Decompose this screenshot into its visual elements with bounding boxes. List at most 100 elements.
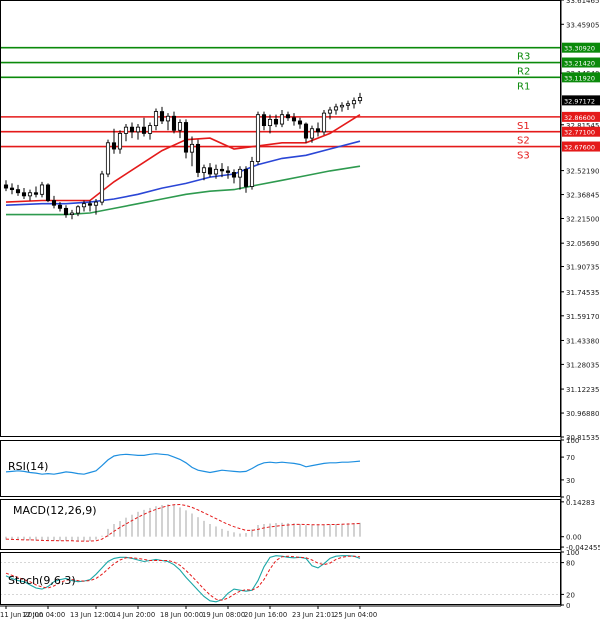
level-name-r2: R2 [517,67,530,78]
level-tag-label-r1: 33.11920 [564,74,595,82]
candle-body [345,103,351,106]
candle-body [159,111,165,122]
candle-body [231,172,237,178]
candle-body [183,122,189,153]
macd-tick-label: 0.14283 [566,499,595,507]
level-name-r1: R1 [517,81,530,92]
candle-body [333,106,339,111]
price-tick-label: 31.12235 [566,386,599,394]
stoch-tick-label: 100 [566,549,579,557]
candle-body [219,168,225,172]
price-tick-label: 31.43380 [566,337,599,345]
level-name-s1: S1 [517,121,530,132]
candle-body [33,192,39,195]
level-tag-label-s1: 32.86600 [564,114,595,122]
time-tick-label: 18 Jun 00:00 [160,611,203,619]
candle-body [357,97,363,102]
candle-body [57,204,63,209]
candle-body [279,114,285,125]
candle-body [285,114,291,119]
candle-body [9,187,15,191]
candle-body [39,184,45,195]
stoch-tick-label: 20 [566,591,575,599]
rsi-tick-label: 100 [566,437,579,445]
candle-body [75,206,81,214]
price-tick-label: 32.36845 [566,192,599,200]
candle-body [261,114,267,127]
candle-body [87,203,93,206]
candle-body [255,114,261,162]
candle-body [339,104,345,108]
time-tick-label: 14 Jun 20:00 [112,611,155,619]
candle-body [3,184,9,189]
candle-body [21,192,27,197]
time-tick-label: 12 Jun 04:00 [22,611,65,619]
candle-body [177,122,183,131]
price-tick-label: 31.74535 [566,289,599,297]
candle-body [171,115,177,131]
price-tick-label: 31.59170 [566,313,599,321]
level-tag-label-s2: 32.77100 [564,129,595,137]
candle-body [135,126,141,133]
candle-body [189,143,195,153]
time-tick-label: 23 Jun 21:01 [292,611,335,619]
rsi-tick-label: 70 [566,454,575,462]
time-tick-label: 19 Jun 08:00 [202,611,245,619]
price-tick-label: 32.21500 [566,216,599,224]
candle-body [321,112,327,133]
candle-body [93,201,99,206]
rsi-title: RSI(14) [8,460,48,473]
candle-body [267,118,273,127]
candle-body [249,161,255,187]
candle-body [351,100,357,105]
candle-body [69,212,75,215]
level-name-s3: S3 [517,151,530,162]
level-name-s2: S2 [517,136,530,147]
candle-body [147,125,153,134]
candle-body [63,207,69,215]
candle-body [27,192,33,197]
price-tick-label: 31.90735 [566,264,599,272]
candle-body [291,117,297,122]
candle-body [141,126,147,134]
candle-body [45,184,51,201]
time-tick-label: 25 Jun 04:00 [334,611,377,619]
candle-body [213,168,219,175]
level-name-r3: R3 [517,52,530,63]
candle-body [105,142,111,175]
price-tick-label: 30.96880 [566,410,599,418]
candle-body [15,189,21,194]
time-tick-label: 20 Jun 16:00 [244,611,287,619]
candle-body [165,115,171,122]
current-price-label: 32.97172 [564,97,595,105]
candle-body [297,120,303,125]
candle-body [117,133,123,150]
candle-body [111,142,117,150]
macd-tick-label: 0.00 [566,534,582,542]
price-tick-label: 32.52190 [566,168,599,176]
rsi-tick-label: 30 [566,477,575,485]
candle-body [243,168,249,187]
chart-root: 33.6146533.4590533.1464032.8154532.52190… [0,0,600,622]
candle-body [153,111,159,127]
candle-body [303,123,309,139]
stoch-tick-label: 80 [566,560,575,568]
level-tag-label-r3: 33.30920 [564,45,595,53]
candle-body [273,118,279,125]
trading-chart: 33.6146533.4590533.1464032.8154532.52190… [0,0,600,622]
price-tick-label: 32.05690 [566,240,599,248]
candle-body [51,200,57,206]
candle-body [201,167,207,173]
price-tick-label: 33.61465 [566,0,599,5]
time-tick-label: 13 Jun 12:00 [70,611,113,619]
stoch-title: Stoch(9,6,3) [8,574,76,587]
stoch-tick-label: 0 [566,602,570,610]
candle-body [237,168,243,178]
price-tick-label: 33.45905 [566,21,599,29]
candle-body [315,128,321,133]
candle-body [123,126,129,134]
level-tag-label-r2: 33.21420 [564,60,595,68]
candle-body [99,173,105,203]
candle-body [81,203,87,208]
candle-body [129,126,135,133]
